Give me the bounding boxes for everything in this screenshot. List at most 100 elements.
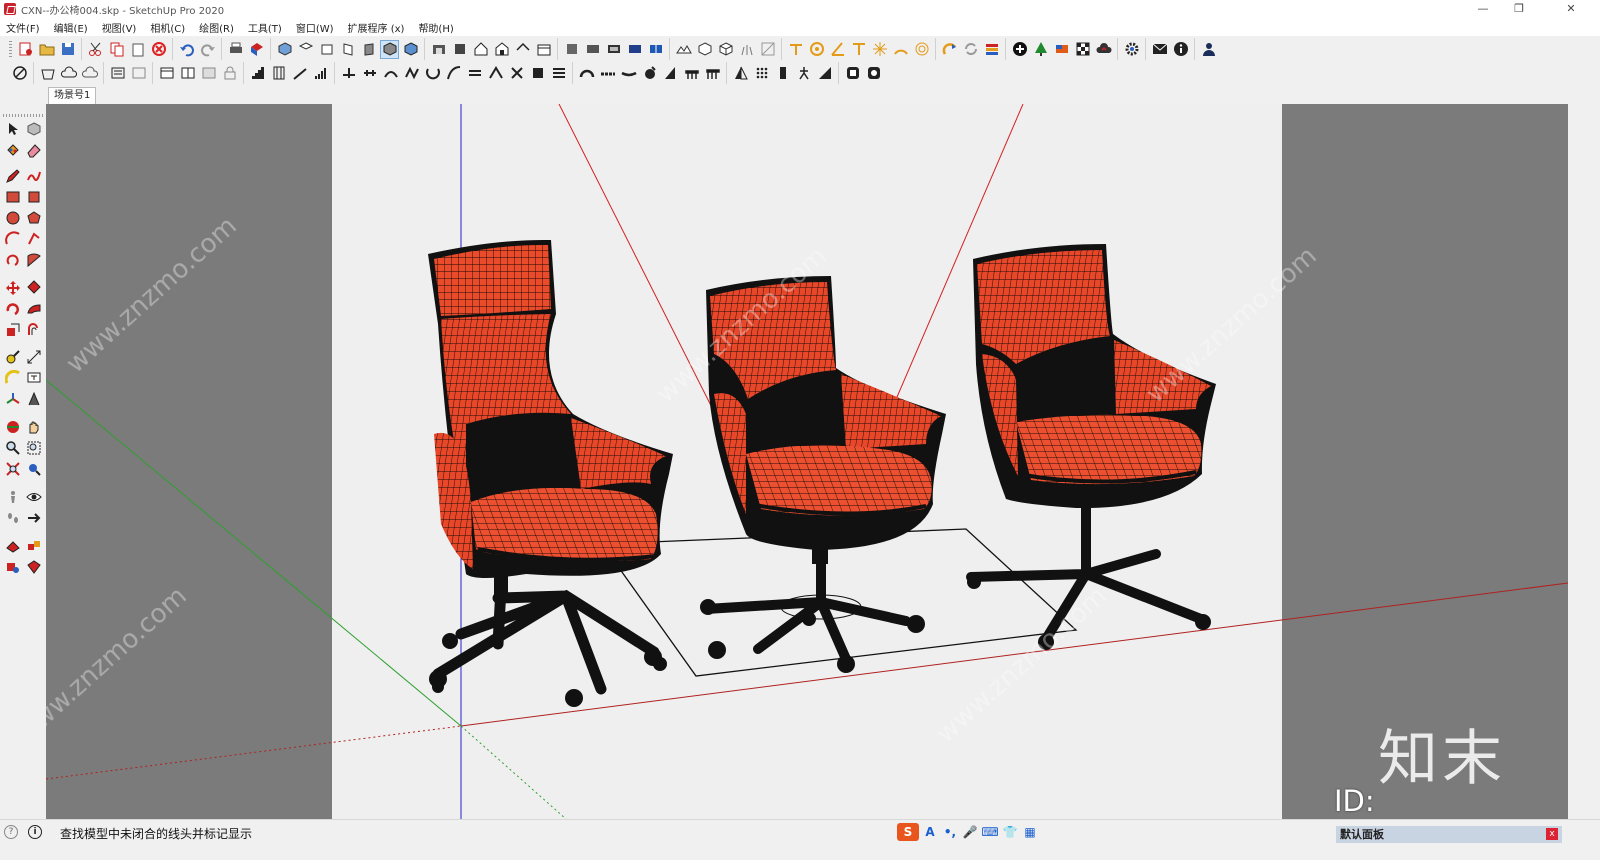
menu-camera[interactable]: 相机(C) xyxy=(148,19,187,36)
solid-outer-shell-button[interactable] xyxy=(38,64,57,83)
account-button[interactable] xyxy=(1199,40,1218,59)
ramp-button[interactable] xyxy=(290,64,309,83)
position-camera-tool[interactable] xyxy=(3,487,22,506)
protractor-button[interactable] xyxy=(786,40,805,59)
ime-punct-icon[interactable]: •, xyxy=(941,823,959,841)
two-point-arc-tool[interactable] xyxy=(24,229,43,248)
home-button[interactable] xyxy=(471,40,490,59)
terrain-button[interactable] xyxy=(674,40,693,59)
solid-subtract-button[interactable] xyxy=(80,64,99,83)
curve-8-button[interactable] xyxy=(486,64,505,83)
zoom-extents-tool[interactable] xyxy=(3,459,22,478)
plugin-left-4[interactable] xyxy=(24,557,43,576)
misc-5-button[interactable] xyxy=(815,64,834,83)
back-view-button[interactable] xyxy=(359,40,378,59)
section-fill-button[interactable] xyxy=(604,40,623,59)
pattern-button[interactable] xyxy=(758,40,777,59)
curve-9-button[interactable] xyxy=(507,64,526,83)
layers-plugin-button[interactable] xyxy=(982,40,1001,59)
rectangle-tool[interactable] xyxy=(3,187,22,206)
copy-button[interactable] xyxy=(107,40,126,59)
curve-2-button[interactable] xyxy=(360,64,379,83)
zoom-window-tool[interactable] xyxy=(24,438,43,457)
joint-3-button[interactable] xyxy=(619,64,638,83)
checker-button[interactable] xyxy=(1073,40,1092,59)
misc-2-button[interactable] xyxy=(752,64,771,83)
xray-style-button[interactable] xyxy=(401,40,420,59)
freehand-tool[interactable] xyxy=(24,166,43,185)
refresh-button[interactable] xyxy=(961,40,980,59)
plugin-left-2[interactable] xyxy=(24,536,43,555)
extension-warehouse-button[interactable] xyxy=(450,40,469,59)
menu-draw[interactable]: 绘图(R) xyxy=(197,19,236,36)
line-tool[interactable] xyxy=(3,166,22,185)
print-button[interactable] xyxy=(226,40,245,59)
joint-2-button[interactable] xyxy=(598,64,617,83)
frame-1-button[interactable] xyxy=(108,64,127,83)
menu-tools[interactable]: 工具(T) xyxy=(246,19,284,36)
save-button[interactable] xyxy=(58,40,77,59)
curve-10-button[interactable] xyxy=(528,64,547,83)
previous-view-tool[interactable] xyxy=(24,459,43,478)
misc-4-button[interactable] xyxy=(794,64,813,83)
iso-view-button[interactable] xyxy=(275,40,294,59)
microphone-icon[interactable]: 🎤 xyxy=(961,823,979,841)
restore-button[interactable]: ❐ xyxy=(1496,0,1542,18)
render-1-button[interactable] xyxy=(843,64,862,83)
plugin-left-1[interactable] xyxy=(3,536,22,555)
rotated-rectangle-tool[interactable] xyxy=(24,187,43,206)
front-view-button[interactable] xyxy=(317,40,336,59)
joint-6-button[interactable] xyxy=(682,64,701,83)
paste-button[interactable] xyxy=(128,40,147,59)
select-tool[interactable] xyxy=(3,119,22,138)
solid-union-button[interactable] xyxy=(59,64,78,83)
follow-me-tool[interactable] xyxy=(24,299,43,318)
section-display-button[interactable] xyxy=(625,40,644,59)
ring-guide-button[interactable] xyxy=(912,40,931,59)
geolocation-icon[interactable]: ? xyxy=(4,825,18,839)
circle-tool[interactable] xyxy=(3,208,22,227)
info-button[interactable] xyxy=(1171,40,1190,59)
mail-button[interactable] xyxy=(1150,40,1169,59)
menu-view[interactable]: 视图(V) xyxy=(100,19,139,36)
ime-letter-icon[interactable]: A xyxy=(921,823,939,841)
info-icon[interactable]: i xyxy=(28,825,42,839)
orbit-tool[interactable] xyxy=(3,417,22,436)
apps-grid-icon[interactable]: ▦ xyxy=(1021,823,1039,841)
pie-tool[interactable] xyxy=(24,250,43,269)
walk-tool[interactable] xyxy=(3,508,22,527)
sogou-ime-icon[interactable]: S xyxy=(897,823,919,841)
rotate-tool[interactable] xyxy=(3,299,22,318)
material-button[interactable] xyxy=(1052,40,1071,59)
add-button[interactable] xyxy=(1010,40,1029,59)
section-plane-button[interactable] xyxy=(562,40,581,59)
joint-4-button[interactable] xyxy=(640,64,659,83)
text-tool[interactable] xyxy=(24,368,43,387)
left-toolbar-grip[interactable] xyxy=(3,114,43,117)
curve-6-button[interactable] xyxy=(444,64,463,83)
keyboard-icon[interactable]: ⌨ xyxy=(981,823,999,841)
house-button[interactable] xyxy=(492,40,511,59)
section-plane-tool[interactable] xyxy=(24,508,43,527)
box-button[interactable] xyxy=(695,40,714,59)
menu-help[interactable]: 帮助(H) xyxy=(416,19,455,36)
new-file-button[interactable] xyxy=(16,40,35,59)
roof-button[interactable] xyxy=(513,40,532,59)
axes-tool[interactable] xyxy=(3,389,22,408)
bars-button[interactable] xyxy=(311,64,330,83)
curve-3-button[interactable] xyxy=(381,64,400,83)
window-1-button[interactable] xyxy=(157,64,176,83)
cloud-button[interactable] xyxy=(1094,40,1113,59)
stairs-button[interactable] xyxy=(248,64,267,83)
pan-tool[interactable] xyxy=(24,417,43,436)
top-view-button[interactable] xyxy=(296,40,315,59)
close-button[interactable]: ✕ xyxy=(1548,0,1594,18)
paint-bucket-tool[interactable] xyxy=(3,140,22,159)
section-cut-button[interactable] xyxy=(583,40,602,59)
menu-edit[interactable]: 编辑(E) xyxy=(52,19,90,36)
menu-window[interactable]: 窗口(W) xyxy=(294,19,336,36)
model-info-button[interactable] xyxy=(247,40,266,59)
frame-2-button[interactable] xyxy=(129,64,148,83)
burst-guide-button[interactable] xyxy=(870,40,889,59)
menu-file[interactable]: 文件(F) xyxy=(4,19,42,36)
